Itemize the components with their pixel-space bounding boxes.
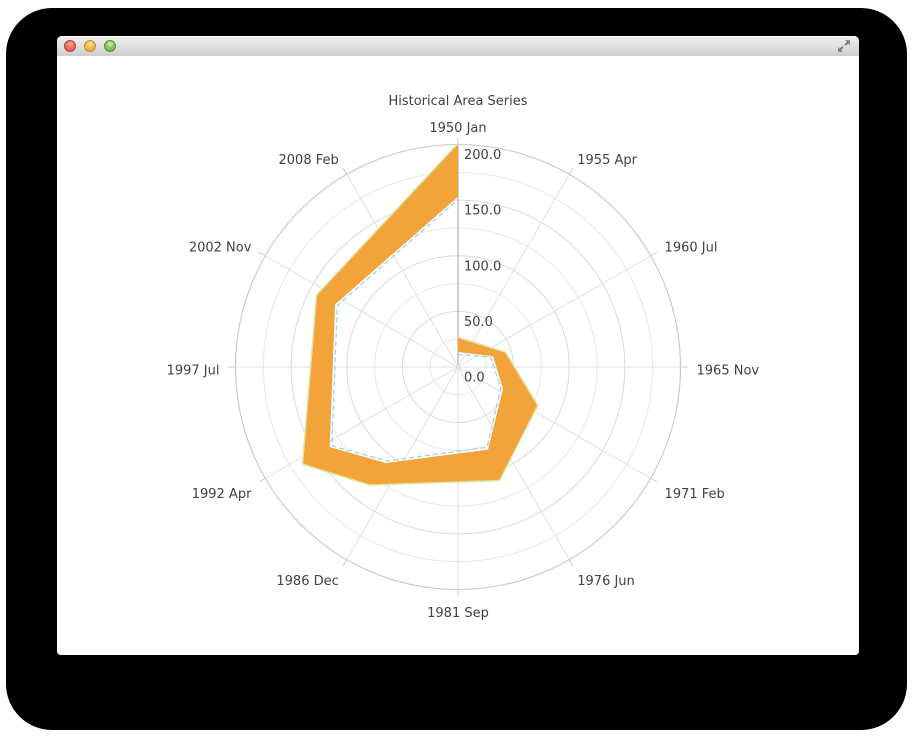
category-label: 1992 Apr [192, 487, 252, 502]
category-label: 1986 Dec [276, 574, 338, 589]
category-label: 1965 Nov [697, 364, 760, 379]
chart-area: Historical Area Series 0.050.0100.0150.0… [57, 56, 859, 655]
axis-tick [259, 252, 265, 256]
axis-tick [569, 168, 573, 174]
axis-tick [569, 560, 573, 566]
category-label: 2008 Feb [279, 153, 339, 168]
radial-tick-label: 150.0 [464, 204, 501, 219]
axis-tick [259, 478, 265, 482]
axis-tick [343, 560, 347, 566]
fullscreen-icon[interactable] [837, 39, 851, 53]
radial-tick-label: 100.0 [464, 259, 501, 274]
radial-tick-label: 50.0 [464, 315, 493, 330]
polar-chart-canvas: 0.0 50.0 100.0 150.0 200.0 1950 Jan 1955 Apr 19… [57, 56, 859, 655]
screen: Historical Area Series 0.050.0100.0150.0… [0, 0, 914, 736]
minimize-button[interactable] [84, 40, 96, 52]
axis-tick [651, 252, 657, 256]
category-label: 1981 Sep [427, 606, 489, 621]
app-window: Historical Area Series 0.050.0100.0150.0… [57, 36, 859, 655]
radial-tick-label: 200.0 [464, 148, 501, 163]
category-label: 1976 Jun [577, 574, 635, 589]
window-controls [64, 40, 116, 52]
category-label: 1997 Jul [167, 364, 220, 379]
window-titlebar[interactable] [57, 36, 859, 57]
category-label: 1955 Apr [577, 153, 637, 168]
radial-tick-label: 0.0 [464, 371, 485, 386]
category-label: 1960 Jul [665, 240, 718, 255]
category-label: 2002 Nov [189, 240, 252, 255]
zoom-button[interactable] [104, 40, 116, 52]
close-button[interactable] [64, 40, 76, 52]
axis-tick [651, 478, 657, 482]
axis-tick [343, 168, 347, 174]
category-label: 1950 Jan [429, 121, 486, 136]
category-label: 1971 Feb [665, 487, 725, 502]
